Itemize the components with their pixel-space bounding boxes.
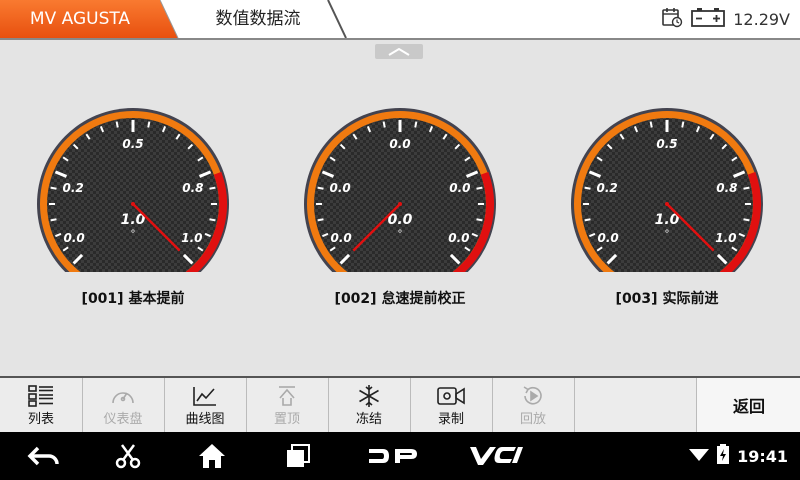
gauge-2[interactable]: 0.0 0.0 0.0 0.0 0.0 0.0 ° (300, 104, 500, 280)
gauge-unit: ° (131, 229, 136, 240)
gauge-1[interactable]: 0.0 0.2 0.5 0.8 1.0 1.0 ° (33, 104, 233, 280)
gauge-unit: ° (665, 229, 670, 240)
gauge-tick-label: 0.0 (330, 231, 351, 245)
home-icon[interactable] (190, 432, 234, 480)
scissors-icon[interactable] (106, 432, 150, 480)
gauge-tick-label: 0.8 (716, 181, 737, 195)
record-label: 录制 (437, 411, 464, 427)
gauge-unit: ° (398, 229, 403, 240)
pin-top-label: 置顶 (273, 411, 300, 427)
brand-label: MV AGUSTA (29, 9, 131, 29)
gauge-tick-label: 0.5 (656, 137, 677, 151)
gauge-tick-label: 0.0 (63, 231, 84, 245)
system-nav-bar: 19:41 (0, 432, 800, 480)
gauge-tick-label: 1.0 (715, 231, 736, 245)
battery-charging-icon (717, 444, 730, 468)
line-chart-icon (192, 384, 218, 408)
chart-label: 曲线图 (185, 411, 225, 427)
record-button[interactable]: 录制 (410, 378, 493, 432)
gauge-needle-hub (665, 202, 669, 206)
chevron-up-icon (388, 47, 410, 56)
pin-top-button[interactable]: 置顶 (246, 378, 329, 432)
vci-logo[interactable] (464, 432, 528, 480)
playback-label: 回放 (519, 411, 546, 427)
title-bar: MV AGUSTA 数值数据流 12.29V (0, 0, 800, 40)
gauge-tick-label: 1.0 (181, 231, 202, 245)
dashboard-label: 仪表盘 (103, 411, 143, 427)
bottom-toolbar: 列表 仪表盘 曲线图 置顶 冻结 录制 回放 返回 (0, 376, 800, 432)
chart-button[interactable]: 曲线图 (164, 378, 247, 432)
gauge-dial: 0.00.20.50.81.01.0° (571, 108, 763, 272)
gauge-tick-label: 0.8 (182, 181, 203, 195)
gauge-tick-label: 0.0 (389, 137, 410, 151)
gauge-3[interactable]: 0.0 0.2 0.5 0.8 1.0 1.0 ° (567, 104, 767, 280)
record-icon (437, 384, 465, 408)
gauge-dial: 0.00.20.50.81.01.0° (37, 108, 229, 272)
gauge-tick-label: 0.0 (448, 231, 469, 245)
page-title: 数值数据流 (215, 9, 301, 29)
gauge-tick-label: 0.2 (596, 181, 617, 195)
freeze-button[interactable]: 冻结 (328, 378, 411, 432)
brand-tab[interactable]: MV AGUSTA (0, 0, 178, 38)
wifi-icon (689, 446, 710, 466)
nav-status-area: 19:41 (689, 432, 788, 480)
calendar-clock-icon (661, 6, 683, 32)
list-button[interactable]: 列表 (0, 378, 83, 432)
gauge-tick-label: 0.5 (122, 137, 143, 151)
voltage-readout: 12.29V (733, 9, 790, 29)
battery-icon (691, 6, 726, 32)
gauge-tick-label: 0.0 (449, 181, 470, 195)
gauge-tick-label: 0.0 (597, 231, 618, 245)
pin-top-icon (274, 384, 300, 408)
dashboard-icon (110, 384, 136, 408)
recent-apps-icon[interactable] (276, 432, 320, 480)
gauge-2-caption: [002] 怠速提前校正 (334, 291, 466, 307)
snowflake-icon (357, 384, 381, 408)
clock: 19:41 (737, 446, 788, 466)
back-button[interactable]: 返回 (696, 378, 800, 432)
list-label: 列表 (27, 411, 54, 427)
gauge-needle-hub (131, 202, 135, 206)
gauge-1-caption: [001] 基本提前 (81, 291, 185, 307)
back-icon[interactable] (22, 432, 66, 480)
gauge-needle-hub (398, 202, 402, 206)
dp-logo[interactable] (362, 432, 426, 480)
gauge-dial: 0.00.00.00.00.00.0° (304, 108, 496, 272)
gauge-tick-label: 0.2 (62, 181, 83, 195)
playback-button[interactable]: 回放 (492, 378, 575, 432)
list-icon (28, 384, 54, 408)
gauge-tick-label: 0.0 (329, 181, 350, 195)
gauge-3-caption: [003] 实际前进 (615, 291, 719, 307)
gauge-panel: 0.0 0.2 0.5 0.8 1.0 1.0 ° 0.0 0.0 0.0 0.0 0.0 0.0 ° … (0, 40, 800, 376)
freeze-label: 冻结 (355, 411, 382, 427)
playback-icon (521, 384, 545, 408)
dashboard-button[interactable]: 仪表盘 (82, 378, 165, 432)
status-area: 12.29V (661, 0, 790, 38)
collapse-button[interactable] (375, 44, 423, 59)
